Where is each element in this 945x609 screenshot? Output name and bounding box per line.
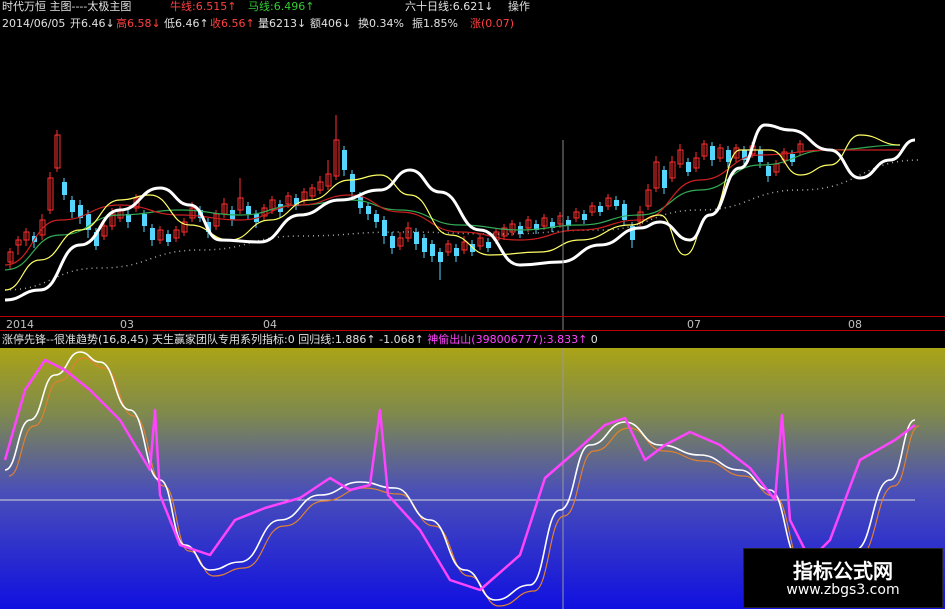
row2-item: 低6.46↑	[164, 17, 209, 30]
row1-item: 时代万恒 主图----太极主图	[2, 0, 132, 13]
row2-item: 2014/06/05	[2, 17, 66, 30]
row2-item: 振1.85%	[412, 17, 458, 30]
row1-item: 六十日线:6.621↓	[405, 0, 494, 13]
indicator-title-part: -1.068↑	[375, 333, 424, 346]
row1-item: 马线:6.496↑	[248, 0, 315, 13]
row2-item: 量6213↓	[258, 17, 307, 30]
axis-tick-label: 07	[687, 318, 701, 331]
watermark-url: www.zbgs3.com	[786, 582, 900, 598]
indicator-title-part: 0	[587, 333, 598, 346]
axis-separator	[0, 316, 945, 317]
watermark-title: 指标公式网	[793, 559, 893, 583]
indicator-title-part: 涨停先锋--很准趋势(16,8,45) 天生赢家团队专用系列指标:0 回归线:1…	[2, 333, 376, 346]
row2-item: 高6.58↓	[116, 17, 161, 30]
indicator-title: 涨停先锋--很准趋势(16,8,45) 天生赢家团队专用系列指标:0 回归线:1…	[2, 331, 598, 347]
indicator-panel[interactable]	[0, 0, 945, 609]
row1-item: 牛线:6.515↑	[170, 0, 237, 13]
row2-item: 开6.46↓	[70, 17, 115, 30]
row2-item: 涨(0.07)	[470, 17, 515, 30]
row1-item: 操作	[508, 0, 530, 13]
row2-item: 收6.56↑	[210, 17, 255, 30]
watermark: 指标公式网 www.zbgs3.com	[743, 548, 943, 608]
axis-tick-label: 08	[848, 318, 862, 331]
axis-tick-label: 04	[263, 318, 277, 331]
axis-tick-label: 2014	[6, 318, 34, 331]
axis-tick-label: 03	[120, 318, 134, 331]
indicator-title-part: 神偷出山(398006777):3.833↑	[423, 333, 588, 346]
row2-item: 换0.34%	[358, 17, 404, 30]
row2-item: 额406↓	[310, 17, 352, 30]
